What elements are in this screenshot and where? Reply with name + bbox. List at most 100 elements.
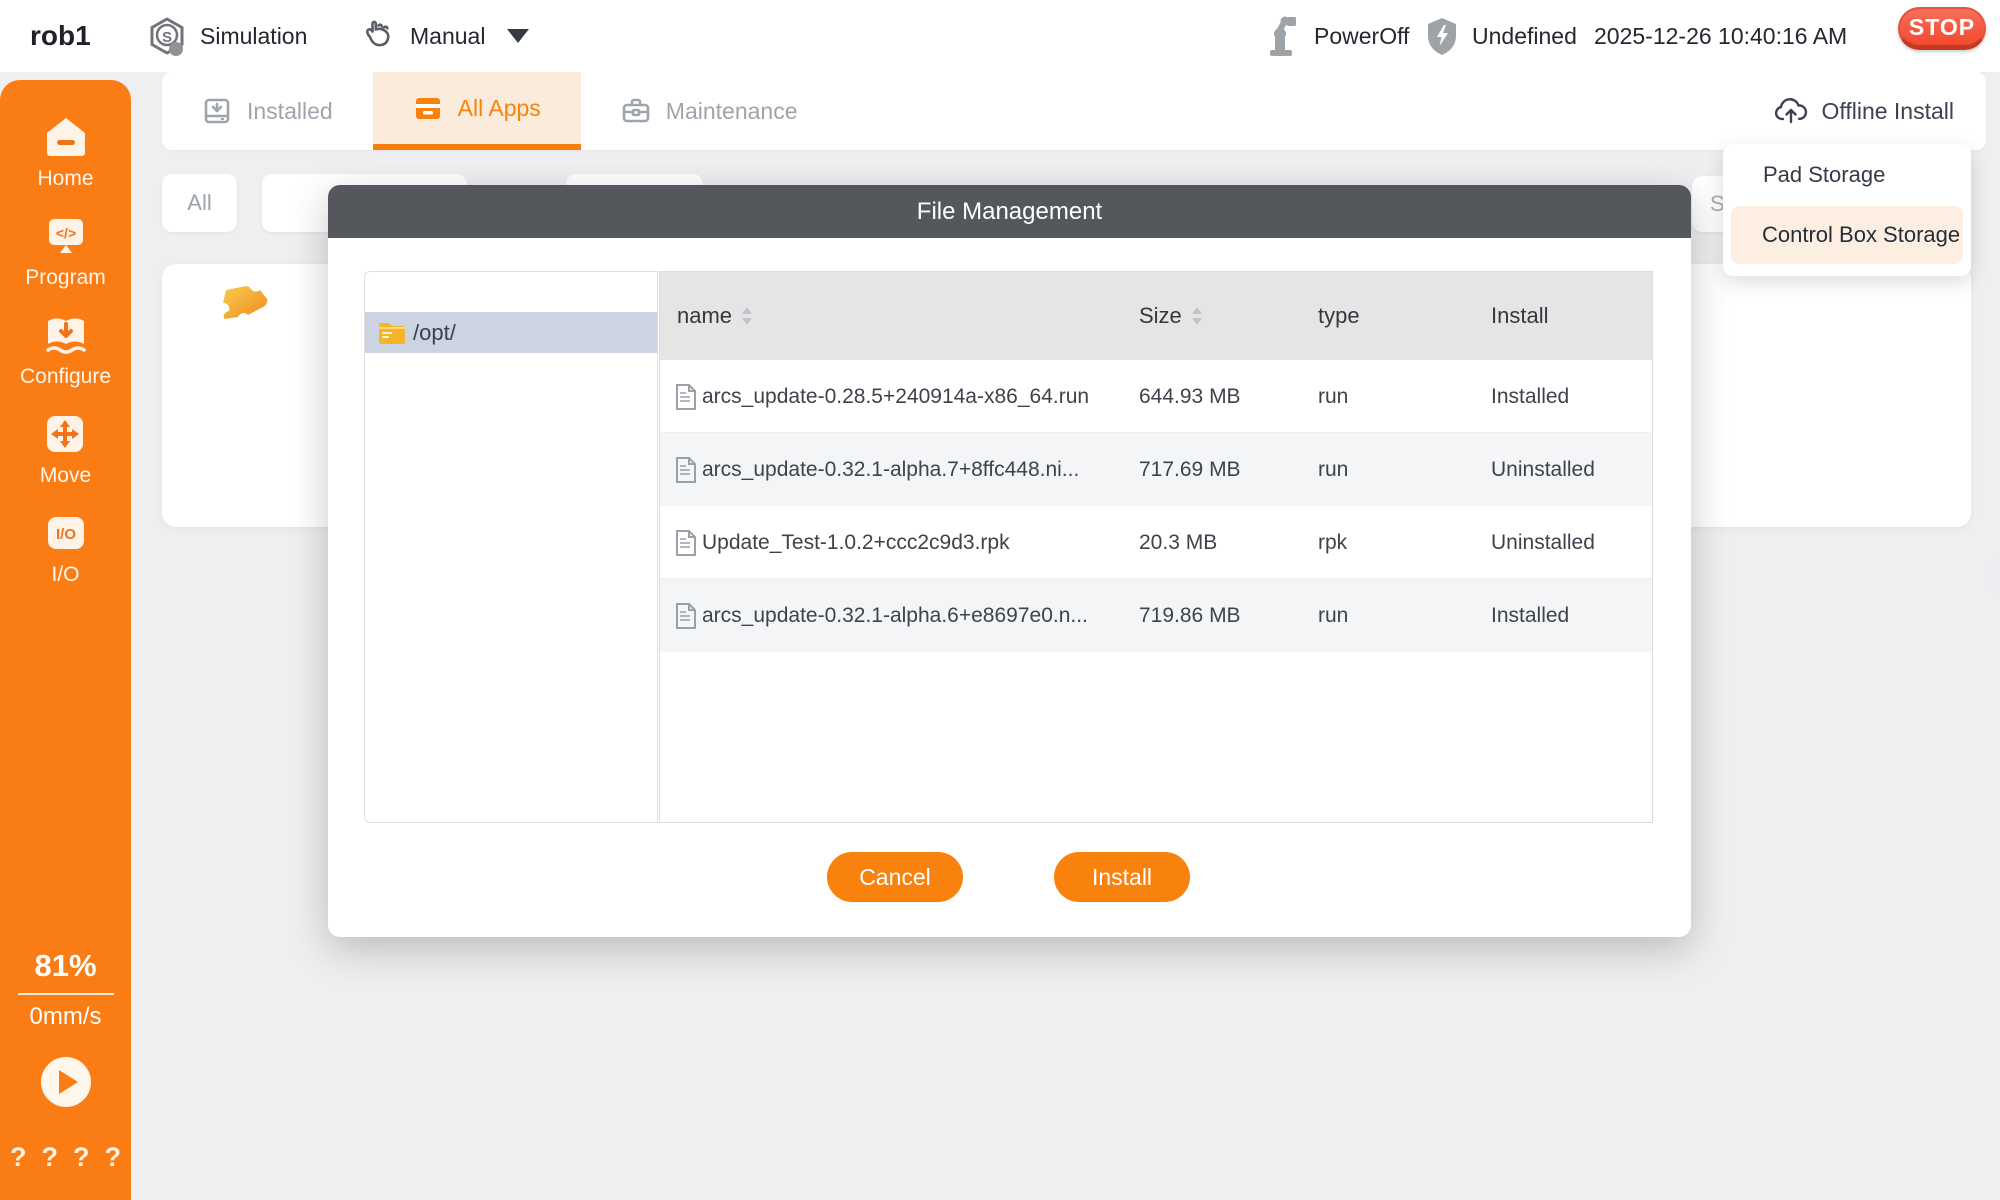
file-install-status: Uninstalled: [1491, 433, 1595, 506]
question-mark-icon[interactable]: ?: [73, 1142, 90, 1173]
question-mark-icon[interactable]: ?: [42, 1142, 59, 1173]
safety-status[interactable]: Undefined: [1424, 0, 1577, 72]
column-header-type[interactable]: type: [1318, 303, 1360, 329]
file-name: arcs_update-0.28.5+240914a-x86_64.run: [702, 385, 1089, 409]
sidebar-item-io[interactable]: I/O I/O: [43, 510, 89, 587]
svg-text:S: S: [162, 29, 172, 46]
file-install-status: Installed: [1491, 360, 1569, 433]
sort-icon[interactable]: [740, 305, 754, 327]
offline-install-menu: Pad Storage Control Box Storage: [1723, 144, 1971, 276]
configure-icon: [43, 312, 89, 358]
sidebar-item-move[interactable]: Move: [40, 411, 91, 488]
hand-manual-icon: [358, 16, 398, 56]
mode-selector[interactable]: Manual: [358, 0, 529, 72]
question-mark-icon[interactable]: ?: [105, 1142, 122, 1173]
sidebar-item-home[interactable]: Home: [37, 114, 93, 191]
file-icon: [674, 383, 698, 411]
file-size: 719.86 MB: [1139, 579, 1241, 652]
simulation-status[interactable]: S Simulation: [146, 0, 307, 72]
tab-maintenance[interactable]: Maintenance: [581, 72, 838, 150]
file-install-status: Installed: [1491, 579, 1569, 652]
chevron-down-icon[interactable]: [507, 29, 529, 43]
cancel-button[interactable]: Cancel: [827, 852, 963, 902]
column-header-install[interactable]: Install: [1491, 303, 1548, 329]
sidebar-item-configure[interactable]: Configure: [20, 312, 111, 389]
column-header-size[interactable]: Size: [1139, 303, 1204, 329]
all-apps-icon: [413, 93, 443, 123]
move-icon: [42, 411, 88, 457]
column-label: Size: [1139, 303, 1182, 329]
folder-icon: [377, 320, 407, 346]
folder-path-label: /opt/: [413, 320, 456, 346]
app-install-button[interactable]: Install: [1990, 552, 2000, 600]
tree-item-opt[interactable]: /opt/: [365, 312, 657, 353]
datetime-label: 2025-12-26 10:40:16 AM: [1594, 23, 1847, 50]
question-mark-icon[interactable]: ?: [10, 1142, 27, 1173]
sidebar-item-label: Home: [37, 167, 93, 191]
maintenance-icon: [621, 96, 651, 126]
file-install-status: Uninstalled: [1491, 506, 1595, 579]
offline-install-button[interactable]: Offline Install: [1774, 72, 1986, 150]
sidebar-item-label: Configure: [20, 365, 111, 389]
power-status-label: PowerOff: [1314, 23, 1409, 50]
file-type: run: [1318, 360, 1348, 433]
simulation-icon: S: [146, 15, 188, 57]
table-row[interactable]: Update_Test-1.0.2+ccc2c9d3.rpk 20.3 MB r…: [660, 506, 1652, 579]
file-table: name Size type Install: [659, 271, 1653, 823]
speed-percent: 81%: [0, 948, 131, 984]
offline-install-label: Offline Install: [1821, 98, 1954, 125]
speed-value: 0mm/s: [0, 1003, 131, 1031]
play-button[interactable]: [41, 1057, 91, 1107]
stop-button[interactable]: STOP: [1898, 7, 1986, 50]
column-label: Install: [1491, 303, 1548, 329]
file-type: run: [1318, 579, 1348, 652]
simulation-label: Simulation: [200, 23, 307, 50]
column-label: name: [677, 303, 732, 329]
table-row[interactable]: arcs_update-0.32.1-alpha.6+e8697e0.n... …: [660, 579, 1652, 652]
dialog-header: File Management: [328, 185, 1691, 238]
file-name: arcs_update-0.32.1-alpha.7+8ffc448.ni...: [702, 458, 1079, 482]
column-label: type: [1318, 303, 1360, 329]
file-size: 717.69 MB: [1139, 433, 1241, 506]
dialog-title: File Management: [917, 198, 1102, 226]
file-type: rpk: [1318, 506, 1347, 579]
top-bar: rob1 S Simulation Manual: [0, 0, 2000, 72]
mode-label: Manual: [410, 23, 485, 50]
power-status[interactable]: PowerOff: [1262, 0, 1409, 72]
tab-label: Installed: [247, 98, 333, 125]
file-icon: [674, 529, 698, 557]
file-name: Update_Test-1.0.2+ccc2c9d3.rpk: [702, 531, 1010, 555]
shield-bolt-icon: [1424, 15, 1460, 57]
tab-all-apps[interactable]: All Apps: [373, 72, 581, 150]
home-icon: [43, 114, 89, 160]
filter-chip-all[interactable]: All: [162, 174, 237, 232]
safety-status-label: Undefined: [1472, 23, 1577, 50]
speed-indicator[interactable]: 81% 0mm/s: [0, 948, 131, 1031]
robot-name-label: rob1: [30, 20, 91, 52]
menu-item-control-box-storage[interactable]: Control Box Storage: [1731, 206, 1963, 264]
sidebar-item-label: Program: [25, 266, 106, 290]
sidebar-item-label: I/O: [51, 563, 79, 587]
play-icon: [59, 1070, 78, 1094]
svg-text:I/O: I/O: [55, 526, 75, 543]
table-header-row: name Size type Install: [660, 272, 1652, 360]
tab-installed[interactable]: Installed: [162, 72, 373, 150]
sidebar-item-program[interactable]: </> Program: [25, 213, 106, 290]
column-header-name[interactable]: name: [677, 303, 754, 329]
menu-item-pad-storage[interactable]: Pad Storage: [1763, 144, 1885, 206]
file-size: 20.3 MB: [1139, 506, 1217, 579]
robot-power-icon: [1262, 14, 1302, 58]
file-name: arcs_update-0.32.1-alpha.6+e8697e0.n...: [702, 604, 1088, 628]
table-row[interactable]: arcs_update-0.28.5+240914a-x86_64.run 64…: [660, 360, 1652, 433]
svg-text:</>: </>: [55, 225, 75, 241]
file-size: 644.93 MB: [1139, 360, 1241, 433]
file-icon: [674, 602, 698, 630]
table-row[interactable]: arcs_update-0.32.1-alpha.7+8ffc448.ni...…: [660, 433, 1652, 506]
install-button[interactable]: Install: [1054, 852, 1190, 902]
apps-tab-bar: Installed All Apps Maintenance: [162, 72, 1986, 150]
cloud-upload-icon: [1774, 96, 1808, 126]
help-marks: ? ? ? ?: [0, 1142, 131, 1173]
sort-icon[interactable]: [1190, 305, 1204, 327]
puzzle-icon: [212, 282, 272, 338]
file-icon: [674, 456, 698, 484]
